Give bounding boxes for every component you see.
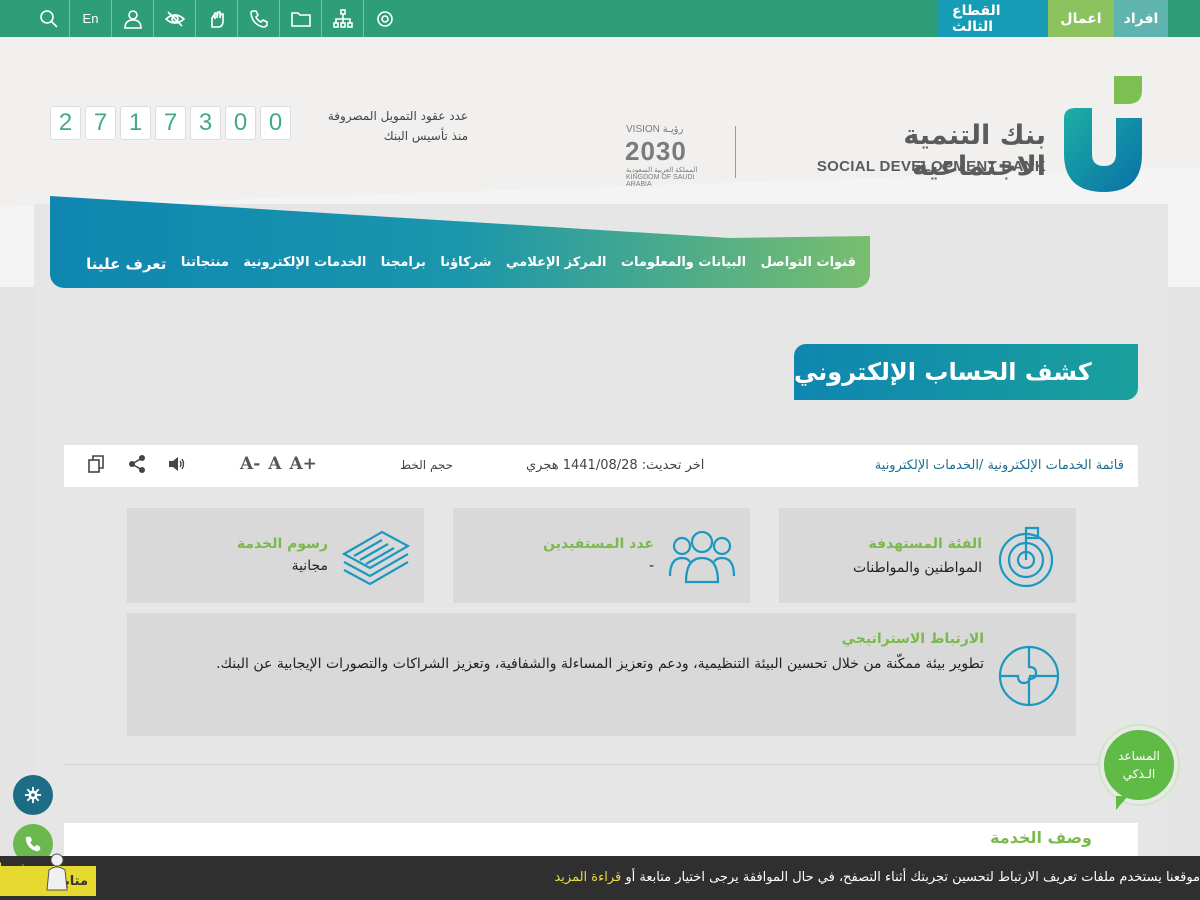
- counter-label: عدد عقود التمويل المصروفة منذ تأسيس البن…: [327, 109, 468, 143]
- puzzle-icon: [996, 645, 1062, 711]
- font-size-label: حجم الخط: [400, 458, 454, 472]
- counter-digit: 1: [120, 106, 151, 140]
- users-icon: [668, 524, 736, 588]
- folder-icon[interactable]: [280, 0, 322, 37]
- nav-item-contact[interactable]: قنوات التواصل: [761, 255, 856, 279]
- tab-third-sector[interactable]: القطاع الثالث: [938, 0, 1048, 37]
- speaker-icon[interactable]: [166, 453, 188, 475]
- phone-icon[interactable]: [238, 0, 280, 37]
- user-icon[interactable]: [112, 0, 154, 37]
- strategic-title: الارتباط الاستراتيجي: [841, 631, 984, 647]
- top-bar: En افراد اعمال القطاع الثالث: [0, 0, 1200, 37]
- cookie-bar: موقعنا يستخدم ملفات تعريف الارتباط لتحسي…: [0, 856, 1200, 900]
- nav-item-about[interactable]: تعرف علينا: [86, 255, 166, 279]
- font-size-controls: A- A A+: [240, 454, 317, 474]
- nav-item-media[interactable]: المركز الإعلامي: [506, 255, 606, 279]
- font-decrease-button[interactable]: A-: [240, 454, 260, 474]
- audience-tabs: افراد اعمال القطاع الثالث: [938, 0, 1168, 37]
- person-icon: [46, 853, 68, 891]
- fees-title: رسوم الخدمة: [236, 536, 328, 552]
- font-normal-button[interactable]: A: [268, 454, 281, 474]
- target-group-title: الفئة المستهدفة: [868, 536, 982, 552]
- bank-logo-icon[interactable]: [1062, 74, 1144, 194]
- cookie-text: موقعنا يستخدم ملفات تعريف الارتباط لتحسي…: [554, 870, 1200, 885]
- counter-digit: 7: [85, 106, 116, 140]
- phone-icon: [25, 836, 41, 852]
- target-group-card: الفئة المستهدفة المواطنين والمواطنات: [779, 508, 1076, 603]
- tab-individuals[interactable]: افراد: [1114, 0, 1168, 37]
- vision-2030-logo: VISION رؤيـة 2030 المملكة العربية السعود…: [625, 124, 698, 188]
- strategic-value: تطوير بيئة ممكّنة من خلال تحسين البيئة ا…: [216, 656, 984, 672]
- language-button[interactable]: En: [70, 0, 112, 37]
- nav-item-partners[interactable]: شركاؤنا: [440, 255, 491, 279]
- cookie-side-label: تفضل: [0, 860, 34, 878]
- eye-slash-icon[interactable]: [154, 0, 196, 37]
- counter-digit: 7: [155, 106, 186, 140]
- gear-icon: [24, 786, 42, 804]
- sign-language-icon[interactable]: [196, 0, 238, 37]
- read-more-link[interactable]: قراءة المزيد: [554, 870, 621, 885]
- share-icon[interactable]: [126, 453, 148, 475]
- main-nav: تعرف علينا منتجاتنا الخدمات الإلكترونية …: [86, 255, 856, 279]
- nav-item-programs[interactable]: برامجنا: [381, 255, 426, 279]
- smart-assistant-button[interactable]: المساعد الـذكي: [1100, 726, 1178, 810]
- counter-digit: 0: [225, 106, 256, 140]
- fees-card: رسوم الخدمة مجانية: [127, 508, 424, 603]
- beneficiaries-value: -: [648, 558, 654, 574]
- sitemap-icon[interactable]: [322, 0, 364, 37]
- search-icon[interactable]: [28, 0, 70, 37]
- beneficiaries-title: عدد المستفيدين: [543, 536, 654, 552]
- bank-name-en: SOCIAL DEVELOPMENT BANK: [816, 158, 1046, 175]
- settings-fab[interactable]: [13, 775, 53, 815]
- last-update: اخر تحديث: 1441/08/28 هجري: [526, 458, 705, 473]
- target-icon: [996, 522, 1060, 594]
- copy-icon[interactable]: [86, 453, 108, 475]
- page-title: كشف الحساب الإلكتروني: [794, 344, 1138, 400]
- fees-value: مجانية: [291, 558, 328, 574]
- service-description-title: وصف الخدمة: [990, 828, 1092, 847]
- contracts-counter: 2 7 1 7 3 0 0: [50, 106, 291, 140]
- breadcrumb[interactable]: قائمة الخدمات الإلكترونية /الخدمات الإلك…: [875, 458, 1124, 473]
- page-tools: [86, 453, 188, 475]
- money-stack-icon: [341, 524, 411, 590]
- settings-badge-icon[interactable]: [364, 0, 406, 37]
- nav-item-data[interactable]: البيانات والمعلومات: [621, 255, 746, 279]
- strategic-link-card: الارتباط الاستراتيجي تطوير بيئة ممكّنة م…: [127, 613, 1076, 736]
- top-tools: En: [28, 0, 406, 37]
- page-toolbar: قائمة الخدمات الإلكترونية /الخدمات الإلك…: [64, 445, 1138, 487]
- font-increase-button[interactable]: A+: [289, 454, 316, 474]
- header-divider: [735, 126, 736, 178]
- counter-digit: 2: [50, 106, 81, 140]
- nav-item-products[interactable]: منتجاتنا: [181, 255, 229, 279]
- counter-digit: 0: [260, 106, 291, 140]
- nav-item-eservices[interactable]: الخدمات الإلكترونية: [243, 255, 366, 279]
- tab-business[interactable]: اعمال: [1048, 0, 1114, 37]
- counter-digit: 3: [190, 106, 221, 140]
- divider: [64, 764, 1138, 765]
- beneficiaries-card: عدد المستفيدين -: [453, 508, 750, 603]
- target-group-value: المواطنين والمواطنات: [852, 560, 982, 576]
